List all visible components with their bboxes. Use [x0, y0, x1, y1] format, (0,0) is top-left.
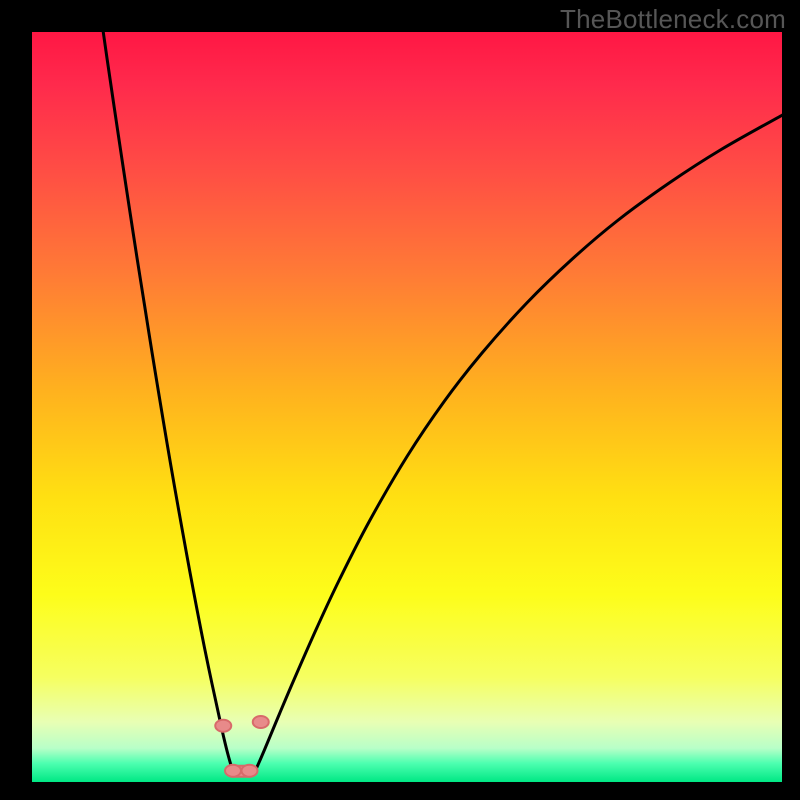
gradient-background — [32, 32, 782, 782]
chart-frame: TheBottleneck.com — [0, 0, 800, 800]
chart-svg — [32, 32, 782, 782]
watermark-text: TheBottleneck.com — [560, 4, 786, 35]
marker-d — [242, 765, 258, 777]
marker-b — [253, 716, 269, 728]
marker-a — [215, 720, 231, 732]
marker-c — [225, 765, 241, 777]
plot-area — [32, 32, 782, 782]
